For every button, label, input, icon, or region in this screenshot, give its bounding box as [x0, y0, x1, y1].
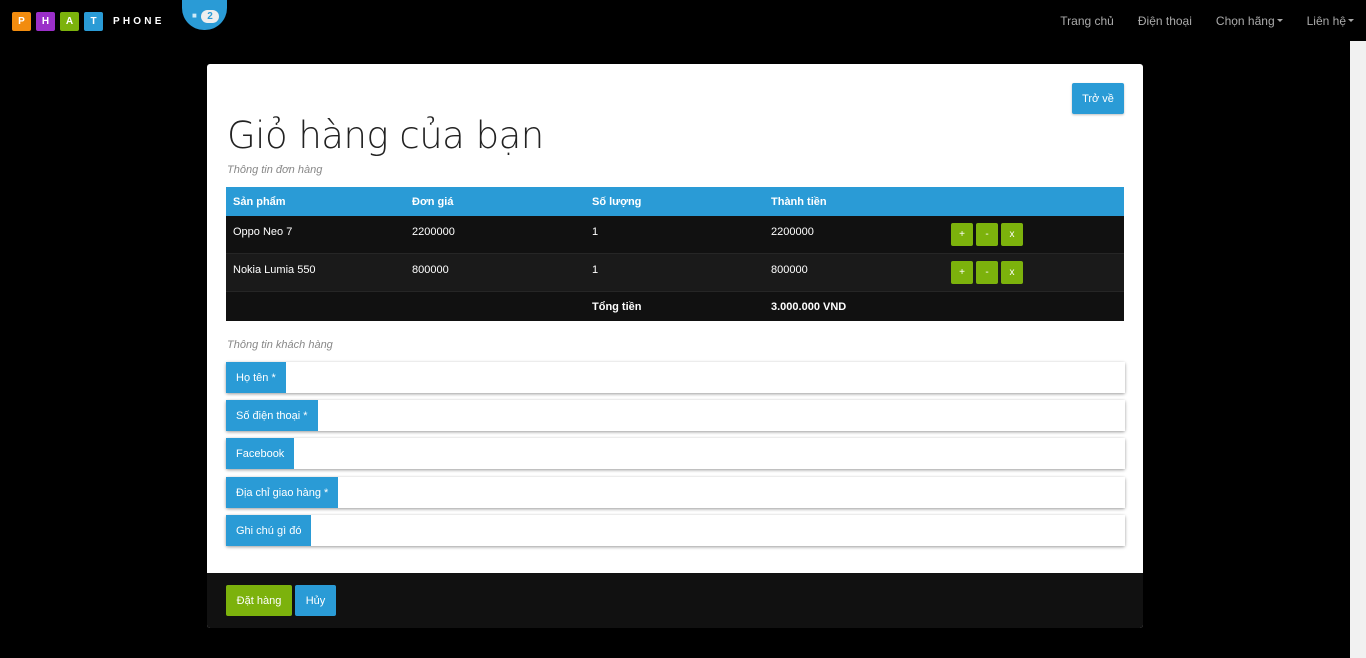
increase-qty-button[interactable]: +	[951, 261, 973, 284]
product-name: Oppo Neo 7	[233, 226, 293, 238]
increase-qty-button[interactable]: +	[951, 223, 973, 246]
cart-icon: ■	[192, 11, 197, 20]
note-field-group: Ghi chú gì đó	[226, 515, 1125, 546]
brand-logo[interactable]: P H A T PHONE	[12, 12, 165, 31]
facebook-field-label: Facebook	[226, 438, 295, 469]
nav-phones-link[interactable]: Điện thoại	[1138, 14, 1192, 28]
nav-contact-label: Liên hệ	[1306, 13, 1346, 28]
table-row: Nokia Lumia 550 800000 1 800000 + - x	[226, 254, 1124, 292]
nav-home-link[interactable]: Trang chủ	[1060, 14, 1114, 28]
note-input[interactable]	[311, 515, 1125, 546]
main-nav: Trang chủ Điện thoại Chọn hãng Liên hệ	[1036, 0, 1354, 41]
nav-home-label: Trang chủ	[1060, 13, 1114, 28]
nav-brands-label: Chọn hãng	[1215, 13, 1275, 28]
decrease-qty-button[interactable]: -	[976, 261, 998, 284]
table-row: Oppo Neo 7 2200000 1 2200000 + - x	[226, 216, 1124, 254]
chevron-down-icon	[1348, 19, 1354, 22]
cart-card: Trở về Giỏ hàng của bạn Thông tin đơn hà…	[207, 64, 1143, 628]
logo-word: PHONE	[113, 16, 165, 27]
customer-info-label: Thông tin khách hàng	[227, 339, 333, 351]
phone-field-label: Số điện thoại *	[226, 400, 318, 431]
top-navbar: P H A T PHONE ■ 2 Trang chủ Điện thoại C…	[0, 0, 1366, 41]
row-actions: + - x	[944, 254, 1124, 291]
name-field-group: Họ tên *	[226, 362, 1125, 393]
nav-phones-label: Điện thoại	[1137, 13, 1192, 28]
cart-count-badge: 2	[201, 10, 219, 23]
order-table: Sản phẩm Đơn giá Số lượng Thành tiền Opp…	[226, 187, 1124, 321]
name-field-label: Họ tên *	[226, 362, 286, 393]
quantity: 1	[592, 226, 599, 238]
product-name: Nokia Lumia 550	[233, 264, 316, 276]
logo-letter-p: P	[12, 12, 31, 31]
back-button[interactable]: Trở về	[1072, 83, 1124, 114]
place-order-button[interactable]: Đặt hàng	[226, 585, 292, 616]
table-header: Sản phẩm Đơn giá Số lượng Thành tiền	[226, 187, 1124, 216]
phone-input[interactable]	[317, 400, 1125, 431]
header-qty: Số lượng	[592, 195, 642, 208]
header-subtotal: Thành tiền	[771, 195, 827, 208]
remove-item-button[interactable]: x	[1001, 261, 1023, 284]
logo-letter-a: A	[60, 12, 79, 31]
decrease-qty-button[interactable]: -	[976, 223, 998, 246]
note-field-label: Ghi chú gì đó	[226, 515, 312, 546]
logo-letter-t: T	[84, 12, 103, 31]
cancel-button[interactable]: Hủy	[295, 585, 336, 616]
header-price: Đơn giá	[412, 195, 454, 208]
remove-item-button[interactable]: x	[1001, 223, 1023, 246]
nav-contact-dropdown[interactable]: Liên hệ	[1307, 14, 1354, 28]
total-value: 3.000.000 VND	[771, 300, 847, 313]
row-actions: + - x	[944, 216, 1124, 253]
name-input[interactable]	[285, 362, 1125, 393]
cart-button[interactable]: ■ 2	[182, 0, 227, 30]
facebook-input[interactable]	[294, 438, 1125, 469]
page-title: Giỏ hàng của bạn	[227, 114, 544, 157]
phone-field-group: Số điện thoại *	[226, 400, 1125, 431]
facebook-field-group: Facebook	[226, 438, 1125, 469]
subtotal: 2200000	[771, 226, 814, 238]
address-field-label: Địa chỉ giao hàng *	[226, 477, 339, 508]
address-field-group: Địa chỉ giao hàng *	[226, 477, 1125, 508]
nav-brands-dropdown[interactable]: Chọn hãng	[1216, 14, 1283, 28]
card-footer: Đặt hàng Hủy	[207, 573, 1143, 628]
quantity: 1	[592, 264, 599, 276]
header-product: Sản phẩm	[233, 195, 286, 208]
address-input[interactable]	[338, 477, 1125, 508]
unit-price: 800000	[412, 264, 449, 276]
total-label: Tổng tiền	[592, 300, 642, 313]
subtotal: 800000	[771, 264, 808, 276]
logo-letter-h: H	[36, 12, 55, 31]
chevron-down-icon	[1276, 19, 1283, 22]
total-row: Tổng tiền 3.000.000 VND	[226, 292, 1124, 321]
order-info-label: Thông tin đơn hàng	[227, 164, 323, 176]
unit-price: 2200000	[412, 226, 455, 238]
scrollbar[interactable]	[1350, 41, 1366, 658]
